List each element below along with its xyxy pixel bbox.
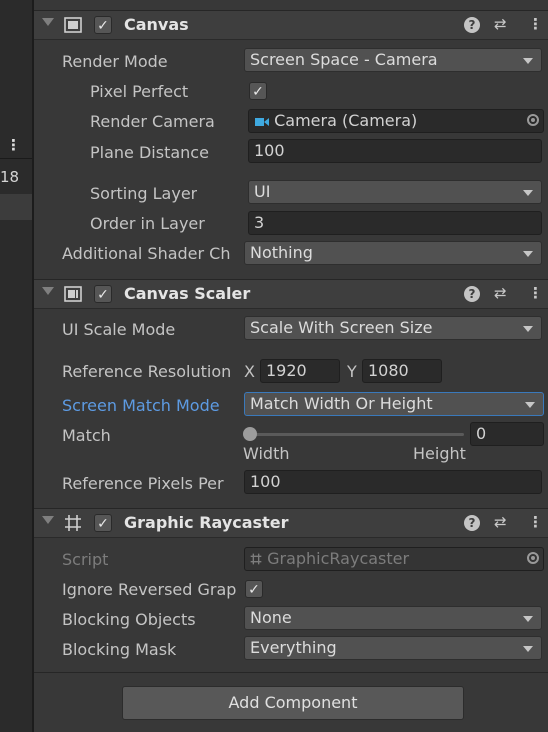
help-icon[interactable]: ? (464, 17, 480, 33)
inspector-panel: ✓ Canvas ? ⇄ ⋮ Render Mode Screen Space … (34, 0, 548, 732)
sorting-layer-label: Sorting Layer (90, 184, 198, 203)
canvas-scaler-component-header[interactable]: ✓ Canvas Scaler ? ⇄ ⋮ (34, 279, 548, 309)
ignore-reversed-checkbox[interactable]: ✓ (245, 580, 263, 598)
canvas-scaler-title: Canvas Scaler (124, 284, 251, 303)
component-divider (34, 672, 548, 673)
chevron-down-icon (523, 251, 533, 257)
render-camera-field[interactable]: Camera (Camera) (248, 109, 544, 133)
blocking-objects-value: None (250, 608, 292, 627)
chevron-down-icon (523, 646, 533, 652)
pixel-perfect-label: Pixel Perfect (90, 82, 189, 101)
render-camera-value: Camera (Camera) (274, 111, 418, 130)
hierarchy-row[interactable] (0, 194, 32, 220)
height-label: Height (413, 444, 466, 463)
hierarchy-number: 18 (0, 168, 20, 186)
graphic-raycaster-component-header[interactable]: ✓ Graphic Raycaster ? ⇄ ⋮ (34, 508, 548, 538)
script-label: Script (62, 550, 109, 569)
plane-distance-label: Plane Distance (90, 143, 209, 162)
script-field: GraphicRaycaster (244, 547, 544, 571)
additional-shader-label: Additional Shader Ch (62, 244, 231, 263)
ui-scale-mode-dropdown[interactable]: Scale With Screen Size (244, 316, 542, 340)
canvas-enabled-checkbox[interactable]: ✓ (94, 16, 112, 34)
foldout-icon[interactable] (42, 516, 54, 524)
canvas-component-header[interactable]: ✓ Canvas ? ⇄ ⋮ (34, 10, 548, 40)
foldout-icon[interactable] (42, 287, 54, 295)
menu-icon[interactable]: ⋮ (528, 15, 543, 33)
help-icon[interactable]: ? (464, 515, 480, 531)
ui-scale-mode-label: UI Scale Mode (62, 320, 176, 339)
match-value-field[interactable]: 0 (470, 422, 544, 446)
hierarchy-panel-edge: ⋮ 18 (0, 0, 34, 732)
render-mode-dropdown[interactable]: Screen Space - Camera (244, 48, 542, 72)
ui-scale-mode-value: Scale With Screen Size (250, 318, 433, 337)
screen-match-mode-dropdown[interactable]: Match Width Or Height (244, 392, 544, 416)
render-mode-value: Screen Space - Camera (250, 50, 438, 69)
render-mode-label: Render Mode (62, 52, 168, 71)
y-label: Y (347, 362, 357, 381)
order-in-layer-field[interactable]: 3 (248, 211, 542, 235)
canvas-scaler-icon (64, 286, 82, 302)
canvas-scaler-enabled-checkbox[interactable]: ✓ (94, 285, 112, 303)
screen-match-mode-label: Screen Match Mode (62, 396, 220, 415)
add-component-button[interactable]: Add Component (122, 686, 464, 720)
script-icon (250, 553, 262, 565)
graphic-raycaster-title: Graphic Raycaster (124, 513, 289, 532)
script-value: GraphicRaycaster (267, 549, 410, 568)
chevron-down-icon (525, 402, 535, 408)
canvas-title: Canvas (124, 15, 189, 34)
chevron-down-icon (523, 58, 533, 64)
chevron-down-icon (523, 190, 533, 196)
object-picker-icon[interactable] (527, 114, 539, 126)
x-label: X (244, 362, 255, 381)
pixel-perfect-checkbox[interactable]: ✓ (249, 82, 267, 100)
blocking-objects-dropdown[interactable]: None (244, 606, 542, 630)
additional-shader-dropdown[interactable]: Nothing (244, 241, 542, 265)
sorting-layer-value: UI (254, 182, 271, 201)
ignore-reversed-label: Ignore Reversed Grap (62, 580, 237, 599)
reference-resolution-x-field[interactable]: 1920 (260, 359, 340, 383)
order-in-layer-label: Order in Layer (90, 214, 205, 233)
blocking-mask-label: Blocking Mask (62, 640, 177, 659)
help-icon[interactable]: ? (464, 286, 480, 302)
presets-icon[interactable]: ⇄ (494, 15, 507, 33)
chevron-down-icon (523, 326, 533, 332)
menu-icon[interactable]: ⋮ (528, 513, 543, 531)
blocking-objects-label: Blocking Objects (62, 610, 196, 629)
presets-icon[interactable]: ⇄ (494, 513, 507, 531)
camera-icon (255, 118, 269, 126)
foldout-icon[interactable] (42, 18, 54, 26)
reference-pixels-label: Reference Pixels Per (62, 474, 224, 493)
canvas-icon (64, 17, 82, 33)
sorting-layer-dropdown[interactable]: UI (248, 180, 542, 204)
render-camera-label: Render Camera (90, 112, 215, 131)
blocking-mask-dropdown[interactable]: Everything (244, 636, 542, 660)
graphic-raycaster-enabled-checkbox[interactable]: ✓ (94, 514, 112, 532)
match-label: Match (62, 426, 111, 445)
graphic-raycaster-icon (65, 515, 81, 531)
more-icon[interactable]: ⋮ (6, 136, 21, 154)
chevron-down-icon (523, 616, 533, 622)
blocking-mask-value: Everything (250, 638, 337, 657)
reference-resolution-label: Reference Resolution (62, 362, 232, 381)
additional-shader-value: Nothing (250, 243, 313, 262)
plane-distance-field[interactable]: 100 (248, 139, 542, 163)
width-label: Width (243, 444, 290, 463)
reference-resolution-y-field[interactable]: 1080 (362, 359, 442, 383)
match-slider-handle[interactable] (243, 427, 257, 441)
target-icon (527, 552, 539, 564)
reference-pixels-field[interactable]: 100 (244, 470, 542, 494)
presets-icon[interactable]: ⇄ (494, 284, 507, 302)
screen-match-mode-value: Match Width Or Height (250, 394, 433, 413)
match-slider-track[interactable] (250, 433, 464, 436)
menu-icon[interactable]: ⋮ (528, 284, 543, 302)
row-divider (0, 158, 32, 159)
